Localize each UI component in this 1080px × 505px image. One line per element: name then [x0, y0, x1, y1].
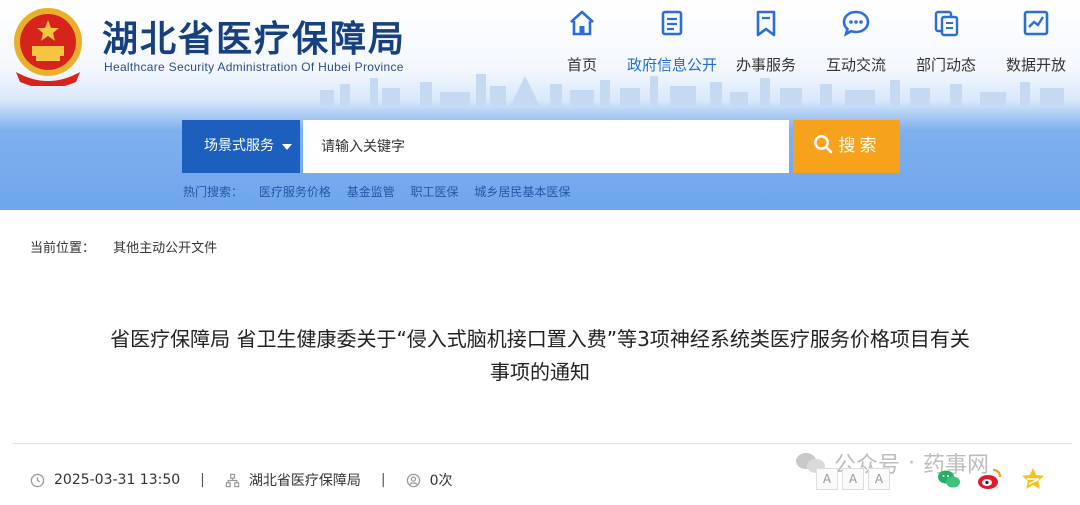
nav-item-department-news[interactable]: 部门动态 — [912, 8, 980, 80]
nav-item-interaction[interactable]: 互动交流 — [822, 8, 890, 80]
search-icon — [813, 135, 832, 154]
font-size-controls: A A A — [816, 468, 894, 490]
breadcrumb-current[interactable]: 其他主动公开文件 — [113, 241, 217, 256]
home-icon — [570, 10, 594, 36]
national-emblem-logo — [14, 8, 82, 86]
chart-icon — [1023, 10, 1049, 36]
hot-search-item[interactable]: 职工医保 — [411, 185, 459, 199]
chat-icon — [842, 10, 870, 37]
search-button[interactable]: 搜索 — [793, 120, 900, 173]
publish-date-value: 2025-03-31 13:50 — [54, 472, 181, 488]
scene-service-label: 场景式服务 — [204, 138, 274, 154]
site-name[interactable]: 湖北省医疗保障局 — [102, 10, 406, 62]
nav-label: 互动交流 — [825, 56, 886, 74]
search-bar: 场景式服务 搜索 — [182, 120, 900, 173]
weibo-icon[interactable] — [976, 466, 1002, 492]
nav-item-home[interactable]: 首页 — [559, 8, 605, 80]
nav-label: 部门动态 — [915, 56, 976, 74]
user-icon — [406, 473, 420, 487]
hot-search-item[interactable]: 基金监管 — [347, 185, 395, 199]
article-title-line: 省医疗保障局 省卫生健康委关于“侵入式脑机接口置入费”等3项神经系统类医疗服务价… — [110, 327, 970, 351]
nav-label: 政府信息公开 — [626, 56, 717, 74]
hot-search-item[interactable]: 医疗服务价格 — [259, 185, 331, 199]
hot-search: 热门搜索： 医疗服务价格 基金监管 职工医保 城乡居民基本医保 — [183, 183, 582, 200]
article-source-value: 湖北省医疗保障局 — [248, 473, 361, 489]
site-header: 湖北省医疗保障局 Healthcare Security Administrat… — [0, 0, 1080, 210]
nav-item-open-data[interactable]: 数据开放 — [1002, 8, 1070, 80]
divider — [12, 443, 1072, 444]
scene-service-dropdown[interactable]: 场景式服务 — [182, 120, 300, 173]
breadcrumb-label: 当前位置： — [30, 241, 96, 256]
wechat-icon[interactable] — [936, 466, 962, 492]
bookmark-icon — [756, 10, 776, 37]
search-button-label: 搜索 — [838, 136, 881, 156]
nav-item-government-info[interactable]: 政府信息公开 — [622, 8, 722, 80]
nav-label: 首页 — [566, 56, 597, 74]
meta-separator: | — [380, 472, 386, 488]
breadcrumb: 当前位置： 其他主动公开文件 — [30, 237, 217, 256]
article-title: 省医疗保障局 省卫生健康委关于“侵入式脑机接口置入费”等3项神经系统类医疗服务价… — [40, 323, 1040, 389]
hot-search-item[interactable]: 城乡居民基本医保 — [474, 185, 570, 199]
font-size-large-button[interactable]: A — [816, 468, 838, 490]
nav-item-services[interactable]: 办事服务 — [732, 8, 800, 80]
article-title-line: 事项的通知 — [490, 360, 590, 384]
view-count: 0次 — [406, 470, 453, 490]
caret-down-icon — [282, 144, 292, 150]
watermark-dot: · — [908, 450, 916, 476]
nav-label: 办事服务 — [735, 56, 796, 74]
qzone-icon[interactable] — [1020, 466, 1046, 492]
font-size-medium-button[interactable]: A — [842, 468, 864, 490]
font-size-small-button[interactable]: A — [868, 468, 890, 490]
meta-separator: | — [200, 472, 205, 488]
site-english-name: Healthcare Security Administration Of Hu… — [104, 60, 404, 74]
publish-date: 2025-03-31 13:50 — [30, 472, 180, 488]
article-source: 湖北省医疗保障局 — [225, 470, 361, 490]
search-input[interactable] — [303, 120, 789, 173]
view-count-value: 0次 — [429, 473, 453, 489]
sitemap-icon — [225, 473, 240, 487]
hot-search-label: 热门搜索： — [183, 185, 244, 199]
article-meta: 2025-03-31 13:50 | 湖北省医疗保障局 | 0次 — [30, 470, 453, 490]
copy-icon — [934, 10, 959, 37]
document-icon — [661, 10, 683, 36]
clock-icon — [30, 473, 45, 487]
nav-label: 数据开放 — [1005, 56, 1066, 74]
